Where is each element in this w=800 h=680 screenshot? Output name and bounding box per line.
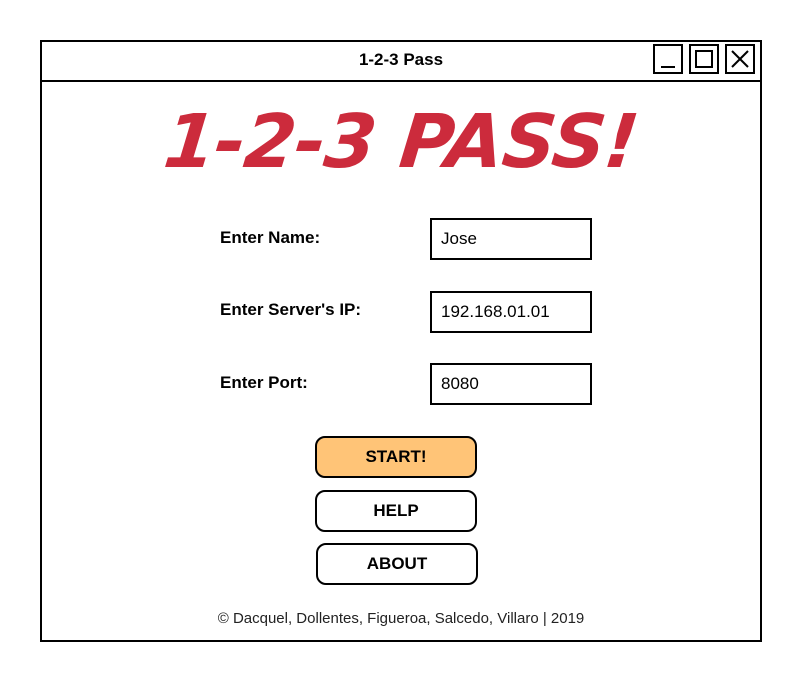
minimize-button[interactable]	[653, 44, 683, 74]
maximize-button[interactable]	[689, 44, 719, 74]
maximize-icon	[695, 50, 713, 68]
server-ip-input[interactable]	[430, 291, 592, 333]
about-button[interactable]: ABOUT	[316, 543, 478, 585]
copyright-footer: © Dacquel, Dollentes, Figueroa, Salcedo,…	[217, 610, 585, 627]
server-ip-label: Enter Server's IP:	[220, 300, 362, 319]
minimize-icon	[661, 66, 675, 68]
app-window: 1-2-3 Pass 1-2-3 PASS! Enter Name: Enter…	[40, 40, 762, 642]
app-logo: 1-2-3 PASS!	[159, 99, 643, 185]
title-bar[interactable]: 1-2-3 Pass	[42, 42, 760, 82]
help-button[interactable]: HELP	[315, 490, 477, 532]
start-button[interactable]: START!	[315, 436, 477, 478]
close-button[interactable]	[725, 44, 755, 74]
close-icon	[731, 50, 749, 68]
name-label: Enter Name:	[220, 228, 321, 247]
port-label: Enter Port:	[220, 373, 308, 392]
name-input[interactable]	[430, 218, 592, 260]
port-input[interactable]	[430, 363, 592, 405]
